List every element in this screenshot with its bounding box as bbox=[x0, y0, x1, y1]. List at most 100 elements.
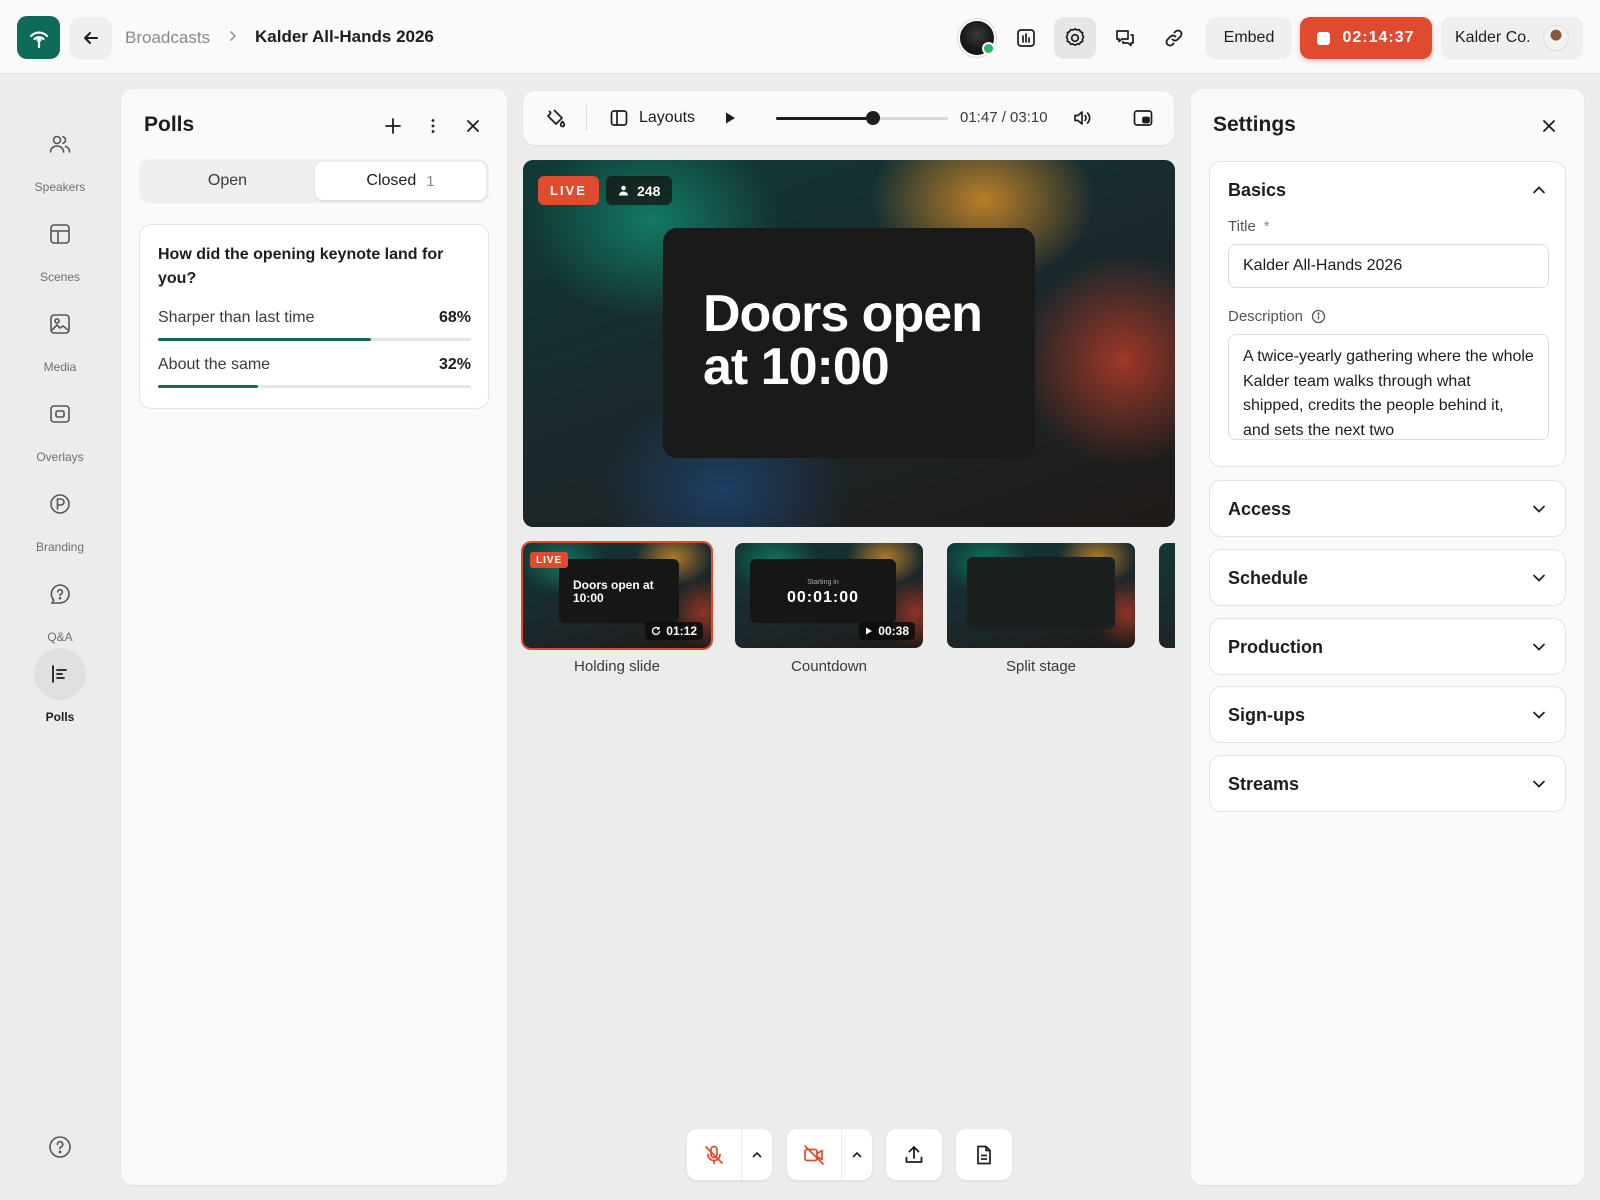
camera-options-button[interactable] bbox=[840, 1129, 872, 1180]
help-icon[interactable] bbox=[47, 1134, 73, 1160]
plus-icon bbox=[385, 118, 401, 134]
mute-mic-button[interactable] bbox=[687, 1129, 741, 1180]
rail-item-qa[interactable]: Q&A bbox=[20, 568, 100, 644]
scrubber-handle[interactable] bbox=[865, 111, 880, 125]
close-settings-button[interactable] bbox=[1534, 111, 1564, 141]
rail-label: Overlays bbox=[36, 450, 84, 464]
section-schedule[interactable]: Schedule bbox=[1209, 549, 1566, 606]
scene-thumbnail: Starting in 00:01:00 00:38 bbox=[735, 543, 923, 648]
more-options-button[interactable] bbox=[418, 111, 448, 141]
embed-button[interactable]: Embed bbox=[1206, 17, 1292, 59]
title-input[interactable] bbox=[1228, 244, 1549, 288]
chevron-up-icon[interactable] bbox=[1529, 180, 1549, 200]
app-logo[interactable] bbox=[17, 16, 60, 59]
scene-countdown[interactable]: Starting in 00:01:00 00:38 Countdown bbox=[735, 543, 923, 675]
section-title: Production bbox=[1228, 637, 1323, 657]
microphone-control bbox=[687, 1129, 772, 1180]
close-polls-button[interactable] bbox=[458, 111, 488, 141]
org-switcher[interactable]: Kalder Co. bbox=[1441, 17, 1583, 59]
mic-off-icon bbox=[705, 1145, 723, 1164]
back-button[interactable] bbox=[70, 17, 112, 59]
chevron-right-icon bbox=[230, 31, 237, 41]
slide-headline: Doors open at 10:00 bbox=[703, 285, 983, 396]
rail-item-polls[interactable]: Polls bbox=[20, 648, 100, 724]
closed-count: 1 bbox=[426, 172, 435, 190]
rail-item-branding[interactable]: Branding bbox=[20, 478, 100, 554]
viewer-count-value: 248 bbox=[637, 182, 661, 199]
share-button[interactable] bbox=[886, 1129, 942, 1180]
settings-button[interactable] bbox=[1054, 17, 1096, 59]
loop-icon bbox=[652, 626, 661, 636]
chat-button[interactable] bbox=[1104, 17, 1146, 59]
stop-icon bbox=[1317, 31, 1331, 45]
person-icon bbox=[619, 185, 628, 196]
section-title: Access bbox=[1228, 499, 1292, 519]
rail-label: Q&A bbox=[47, 630, 73, 644]
rail-item-scenes[interactable]: Scenes bbox=[20, 208, 100, 284]
document-icon bbox=[977, 1145, 991, 1164]
notes-control bbox=[956, 1129, 1012, 1180]
live-stage[interactable]: LIVE 248 Doors open at 10:00 bbox=[523, 160, 1175, 527]
breadcrumb-parent[interactable]: Broadcasts bbox=[125, 28, 210, 48]
scene-thumbnail-peek[interactable] bbox=[1159, 543, 1175, 648]
add-poll-button[interactable] bbox=[378, 111, 408, 141]
option-label: About the same bbox=[158, 356, 271, 373]
tab-open[interactable]: Open bbox=[142, 162, 313, 200]
scrubber-fill bbox=[776, 117, 873, 120]
section-production[interactable]: Production bbox=[1209, 618, 1566, 675]
scene-label: Holding slide bbox=[574, 658, 660, 675]
option-bar-fill bbox=[158, 385, 259, 388]
thumb-card bbox=[967, 557, 1115, 629]
section-sign-ups[interactable]: Sign-ups bbox=[1209, 686, 1566, 743]
volume-button[interactable] bbox=[1067, 103, 1097, 133]
rail-item-media[interactable]: Media bbox=[20, 298, 100, 374]
layouts-button[interactable]: Layouts bbox=[609, 103, 695, 133]
close-icon bbox=[1543, 120, 1555, 132]
copy-link-button[interactable] bbox=[1153, 17, 1195, 59]
label-text: Title bbox=[1228, 218, 1256, 235]
host-avatar[interactable] bbox=[958, 19, 996, 57]
poll-card[interactable]: How did the opening keynote land for you… bbox=[139, 224, 489, 409]
chevron-down-icon bbox=[1533, 505, 1545, 513]
chat-bubbles-icon bbox=[1116, 30, 1134, 47]
picture-in-picture-button[interactable] bbox=[1128, 103, 1158, 133]
thumb-duration: 00:38 bbox=[859, 622, 915, 640]
playback-scrubber[interactable] bbox=[776, 111, 948, 125]
rail-item-overlays[interactable]: Overlays bbox=[20, 388, 100, 464]
analytics-button[interactable] bbox=[1005, 17, 1047, 59]
chart-icon bbox=[1017, 29, 1035, 47]
upload-icon bbox=[905, 1145, 923, 1163]
viewer-count: 248 bbox=[606, 176, 673, 205]
org-avatar bbox=[1542, 25, 1569, 51]
stop-recording-button[interactable]: 02:14:37 bbox=[1300, 17, 1432, 59]
section-title: Schedule bbox=[1228, 568, 1309, 588]
play-icon bbox=[866, 627, 873, 635]
notes-button[interactable] bbox=[956, 1129, 1012, 1180]
scene-split-stage[interactable]: Split stage bbox=[947, 543, 1135, 675]
users-icon bbox=[49, 135, 71, 153]
section-streams[interactable]: Streams bbox=[1209, 755, 1566, 812]
description-input[interactable]: A twice-yearly gathering where the whole… bbox=[1228, 334, 1549, 440]
rail-label: Media bbox=[43, 360, 77, 374]
play-button[interactable] bbox=[715, 103, 745, 133]
required-marker: * bbox=[1263, 218, 1270, 235]
tab-closed[interactable]: Closed 1 bbox=[315, 162, 486, 200]
rail-label: Polls bbox=[45, 710, 75, 724]
scene-holding-slide[interactable]: Doors open at 10:00 LIVE 01:12 Holding s… bbox=[523, 543, 711, 675]
org-name: Kalder Co. bbox=[1455, 29, 1531, 46]
thumb-time: 00:38 bbox=[878, 624, 909, 638]
thumb-card: Doors open at 10:00 bbox=[559, 559, 679, 623]
rail-label: Branding bbox=[35, 540, 85, 554]
annotate-button[interactable] bbox=[541, 103, 571, 133]
section-access[interactable]: Access bbox=[1209, 480, 1566, 537]
scene-label: Split stage bbox=[1005, 658, 1077, 675]
option-bar bbox=[158, 338, 471, 341]
thumb-caption: Starting in bbox=[807, 579, 839, 586]
rail-item-speakers[interactable]: Speakers bbox=[20, 118, 100, 194]
camera-off-button[interactable] bbox=[787, 1129, 841, 1180]
info-icon[interactable] bbox=[1311, 309, 1326, 324]
recording-timer: 02:14:37 bbox=[1342, 29, 1415, 46]
title-label: Title * bbox=[1228, 218, 1270, 235]
slide-card: Doors open at 10:00 bbox=[663, 228, 1035, 458]
mic-options-button[interactable] bbox=[740, 1129, 772, 1180]
